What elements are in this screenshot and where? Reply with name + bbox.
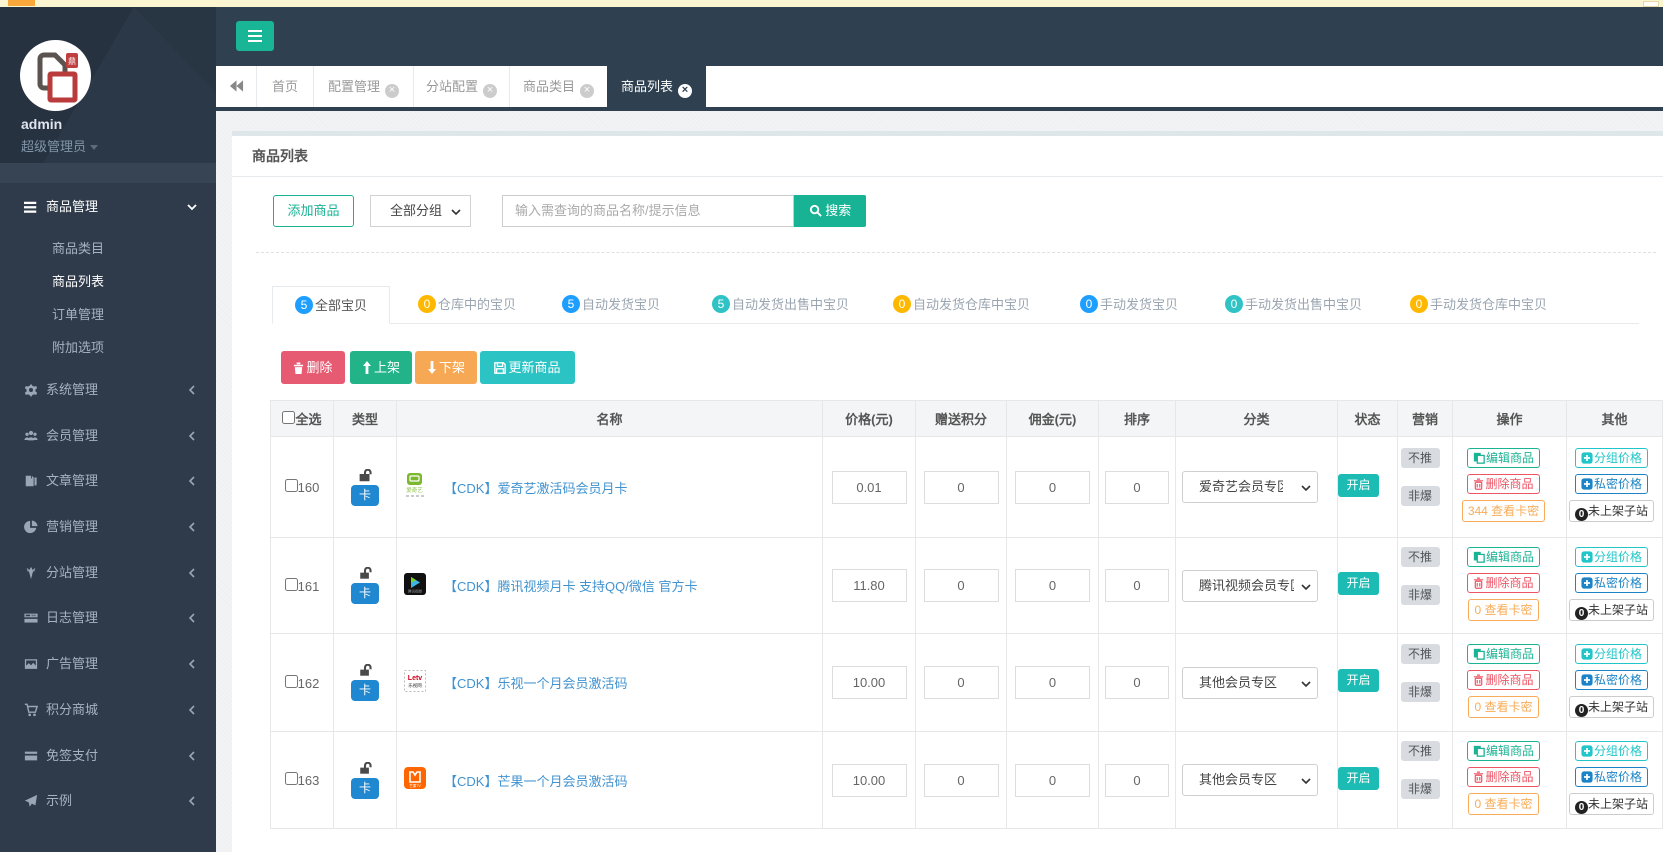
svg-text:芒果TV: 芒果TV <box>409 783 421 788</box>
svg-text:乐视网: 乐视网 <box>408 682 422 689</box>
svg-text:鼎: 鼎 <box>68 57 76 66</box>
svg-text:爱奇艺: 爱奇艺 <box>406 486 423 494</box>
svg-text:腾讯视频: 腾讯视频 <box>408 588 422 593</box>
svg-text:Letv: Letv <box>408 675 423 682</box>
